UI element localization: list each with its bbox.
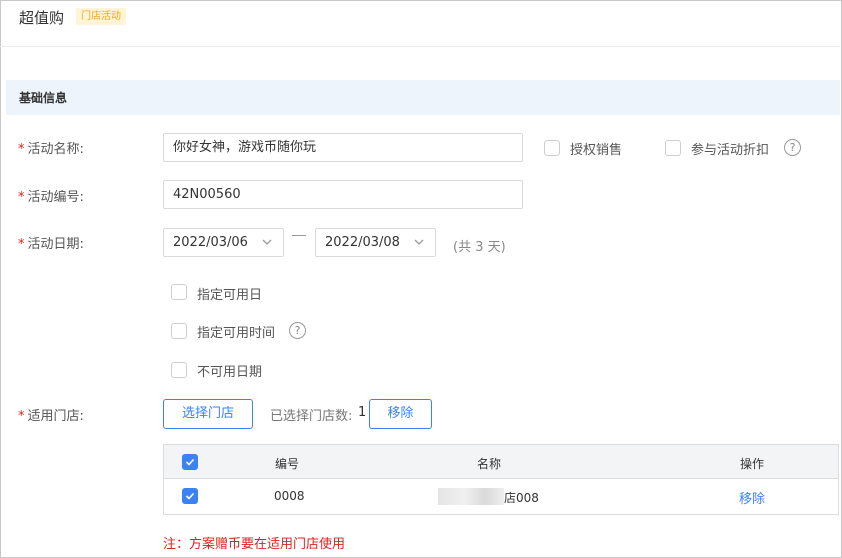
- activity-discount-checkbox[interactable]: [665, 140, 681, 156]
- required-mark: *: [18, 190, 25, 205]
- section-title: 基础信息: [19, 91, 68, 105]
- required-mark: *: [18, 142, 25, 157]
- date-range-separator: [292, 235, 306, 236]
- header-code: 编号: [275, 457, 300, 471]
- end-date-picker[interactable]: 2022/03/08: [315, 228, 436, 257]
- page-header: 超值购 门店活动: [0, 0, 840, 47]
- header-name: 名称: [477, 457, 502, 471]
- row-code: 0008: [274, 489, 305, 503]
- specify-days-checkbox[interactable]: [171, 284, 187, 300]
- activity-name-input[interactable]: 你好女神，游戏币随你玩: [163, 133, 523, 162]
- activity-date-label: * 活动日期:: [18, 237, 84, 252]
- activity-name-label: * 活动名称:: [18, 142, 84, 157]
- coupon-note: 注：方案赠币要在适用门店使用: [163, 537, 346, 552]
- chevron-down-icon: [262, 239, 272, 245]
- row-checkbox[interactable]: [182, 488, 198, 504]
- activity-code-label: * 活动编号:: [18, 190, 84, 205]
- specify-time-checkbox[interactable]: [171, 323, 187, 339]
- redacted-store-name: [438, 488, 504, 505]
- selected-count: 1: [358, 405, 367, 420]
- check-icon: [185, 458, 195, 466]
- page-title: 超值购: [19, 9, 65, 27]
- selected-count-label: 已选择门店数:: [270, 409, 353, 424]
- row-name: 店008: [504, 491, 539, 505]
- activity-code-input[interactable]: 42N00560: [163, 180, 523, 209]
- question-circle-icon[interactable]: ?: [784, 139, 801, 156]
- select-all-checkbox[interactable]: [182, 454, 198, 470]
- unavailable-dates-label: 不可用日期: [197, 365, 263, 380]
- start-date-value: 2022/03/06: [173, 235, 248, 250]
- section-header: 基础信息: [6, 80, 840, 115]
- end-date-value: 2022/03/08: [325, 235, 400, 250]
- unavailable-dates-checkbox[interactable]: [171, 362, 187, 378]
- store-activity-tag: 门店活动: [76, 8, 126, 25]
- start-date-picker[interactable]: 2022/03/06: [163, 228, 284, 257]
- stores-table: 编号 名称 操作 0008 店008 移除: [163, 444, 839, 515]
- question-circle-icon[interactable]: ?: [289, 322, 306, 339]
- table-header: 编号 名称 操作: [164, 445, 838, 479]
- row-remove-link[interactable]: 移除: [739, 488, 765, 507]
- required-mark: *: [18, 237, 25, 252]
- table-row: 0008 店008 移除: [164, 480, 838, 514]
- specify-time-label: 指定可用时间: [197, 326, 276, 341]
- chevron-down-icon: [414, 239, 424, 245]
- applicable-stores-label: * 适用门店:: [18, 409, 84, 424]
- authorized-sales-checkbox[interactable]: [544, 140, 560, 156]
- authorized-sales-label: 授权销售: [570, 143, 623, 158]
- header-action: 操作: [740, 457, 765, 471]
- check-icon: [185, 492, 195, 500]
- activity-discount-label: 参与活动折扣: [691, 143, 770, 158]
- date-duration: (共 3 天): [453, 240, 506, 255]
- remove-stores-button[interactable]: 移除: [369, 399, 432, 429]
- required-mark: *: [18, 409, 25, 424]
- specify-days-label: 指定可用日: [197, 288, 263, 303]
- select-stores-button[interactable]: 选择门店: [163, 399, 253, 429]
